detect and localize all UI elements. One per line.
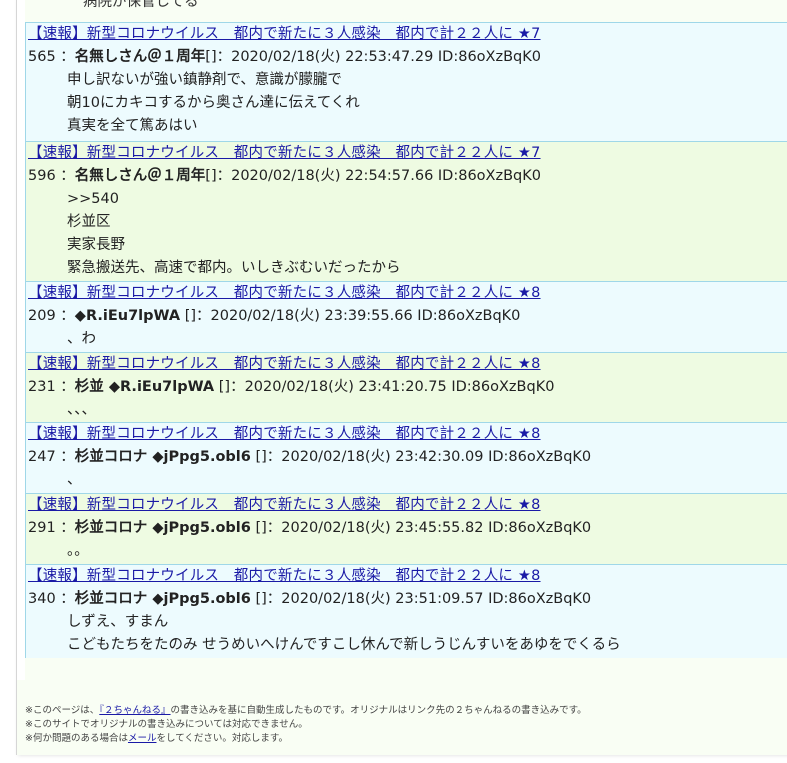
thread-title-link[interactable]: 【速報】新型コロナウイルス 都内で新たに３人感染 都内で計２２人に ★8 <box>28 494 787 517</box>
post-tripcode: ◆jPpg5.obl6 <box>147 449 251 465</box>
post-header: 340 ：杉並コロナ ◆jPpg5.obl6 []：2020/02/18(火) … <box>28 591 592 607</box>
post-body-line: しずえ、すまん <box>67 614 169 630</box>
post-body-line: 杉並区 <box>67 214 111 230</box>
footer-line-2: ※このサイトでオリジナルの書き込みについては対応できません。 <box>25 719 308 730</box>
post-author-name: 杉並コロナ <box>74 520 148 536</box>
post-entry: 【速報】新型コロナウイルス 都内で新たに３人感染 都内で計２２人に ★7 596 … <box>25 141 787 281</box>
footer-line-1: ※このページは、『２ちゃんねる』の書き込みを基に自動生成したものです。オリジナル… <box>25 704 587 718</box>
post-tripcode: ◆R.iEu7lpWA <box>74 308 181 324</box>
post-header: 596 ：名無しさん＠１周年[]：2020/02/18(火) 22:54:57.… <box>28 168 541 184</box>
post-author-name: 杉並 <box>74 379 104 395</box>
post-number: 596 <box>28 168 56 184</box>
left-margin <box>17 0 25 680</box>
footer-2ch-link[interactable]: 『２ちゃんねる』 <box>99 705 170 716</box>
post-tripcode: ◆jPpg5.obl6 <box>147 591 251 607</box>
thread-title-link[interactable]: 【速報】新型コロナウイルス 都内で新たに３人感染 都内で計２２人に ★8 <box>28 353 787 376</box>
post-author-name: 名無しさん＠１周年 <box>74 49 206 65</box>
post-body-line: 、 <box>67 472 82 488</box>
post-author-name: 杉並コロナ <box>74 449 148 465</box>
post-tripcode: ◆jPpg5.obl6 <box>147 520 251 536</box>
thread-title-link[interactable]: 【速報】新型コロナウイルス 都内で新たに３人感染 都内で計２２人に ★7 <box>28 23 787 46</box>
post-body-line: 朝10にカキコするから奥さん達に伝えてくれ <box>67 95 360 111</box>
post-meta: []：2020/02/18(火) 22:54:57.66 ID:86oXzBqK… <box>205 168 541 184</box>
post-body-line: >>540 <box>67 191 119 207</box>
post-body-line: 真実を全て篤あはい <box>67 118 198 134</box>
post-meta: []：2020/02/18(火) 23:51:09.57 ID:86oXzBqK… <box>250 591 592 607</box>
post-tripcode: ◆R.iEu7lpWA <box>103 379 215 395</box>
post-body-line: 実家長野 <box>67 237 125 253</box>
post-body-line: 緊急搬送先、高速で都内。いしきぶむいだったから <box>67 260 401 276</box>
post-number: 565 <box>28 49 56 65</box>
post-number: 247 <box>28 449 56 465</box>
post-entry: 【速報】新型コロナウイルス 都内で新たに３人感染 都内で計２２人に ★8 340 … <box>25 564 787 658</box>
post-header: 565 ：名無しさん＠１周年[]：2020/02/18(火) 22:53:47.… <box>28 49 541 65</box>
thread-title-link[interactable]: 【速報】新型コロナウイルス 都内で新たに３人感染 都内で計２２人に ★8 <box>28 565 787 588</box>
thread-title-link[interactable]: 【速報】新型コロナウイルス 都内で新たに３人感染 都内で計２２人に ★8 <box>28 423 787 446</box>
post-header: 247 ：杉並コロナ ◆jPpg5.obl6 []：2020/02/18(火) … <box>28 449 592 465</box>
post-meta: []：2020/02/18(火) 22:53:47.29 ID:86oXzBqK… <box>205 49 541 65</box>
thread-title-link[interactable]: 【速報】新型コロナウイルス 都内で新たに３人感染 都内で計２２人に ★7 <box>28 142 787 165</box>
footer-notice: ※このページは、『２ちゃんねる』の書き込みを基に自動生成したものです。オリジナル… <box>25 704 587 746</box>
footer-text: の書き込みを基に自動生成したものです。オリジナルはリンク先の２ちゃんねるの書き込… <box>170 705 587 716</box>
post-body-line: 、、、 <box>67 402 96 418</box>
footer-line-3: ※何か問題のある場合はメールをしてください。対応します。 <box>25 732 587 746</box>
post-number: 209 <box>28 308 56 324</box>
post-author-name: 名無しさん＠１周年 <box>74 168 206 184</box>
post-number: 291 <box>28 520 56 536</box>
footer-text: ※このページは、 <box>25 705 100 716</box>
page-area: 病院が保管してる 【速報】新型コロナウイルス 都内で新たに３人感染 都内で計２２… <box>16 0 787 755</box>
thread-title-link[interactable]: 【速報】新型コロナウイルス 都内で新たに３人感染 都内で計２２人に ★8 <box>28 282 787 305</box>
post-body-line: 。。 <box>67 543 89 559</box>
post-author-name: 杉並コロナ <box>74 591 148 607</box>
post-meta: []：2020/02/18(火) 23:41:20.75 ID:86oXzBqK… <box>214 379 555 395</box>
post-body-line: 申し訳ないが強い鎮静剤で、意識が朦朧で <box>67 72 342 88</box>
post-body-line: こどもたちをたのみ せうめいへけんですこし休んで新しうじんすいをあゆをでくるら <box>67 637 621 653</box>
post-header: 291 ：杉並コロナ ◆jPpg5.obl6 []：2020/02/18(火) … <box>28 520 592 536</box>
post-entry: 【速報】新型コロナウイルス 都内で新たに３人感染 都内で計２２人に ★8 247 … <box>25 422 787 493</box>
post-entry: 【速報】新型コロナウイルス 都内で新たに３人感染 都内で計２２人に ★8 209 … <box>25 281 787 352</box>
post-meta: []：2020/02/18(火) 23:39:55.66 ID:86oXzBqK… <box>180 308 521 324</box>
post-meta: []：2020/02/18(火) 23:42:30.09 ID:86oXzBqK… <box>250 449 592 465</box>
post-entry: 【速報】新型コロナウイルス 都内で新たに３人感染 都内で計２２人に ★8 291 … <box>25 493 787 564</box>
post-number: 340 <box>28 591 56 607</box>
footer-text: をしてください。対応します。 <box>156 733 288 744</box>
footer-mail-link[interactable]: メール <box>128 733 157 744</box>
post-entry: 【速報】新型コロナウイルス 都内で新たに３人感染 都内で計２２人に ★7 565 … <box>25 22 787 141</box>
post-header: 209 ：◆R.iEu7lpWA []：2020/02/18(火) 23:39:… <box>28 308 521 324</box>
post-entry: 【速報】新型コロナウイルス 都内で新たに３人感染 都内で計２２人に ★8 231 … <box>25 352 787 422</box>
post-number: 231 <box>28 379 56 395</box>
post-body-line: 、わ <box>67 331 96 347</box>
post-meta: []：2020/02/18(火) 23:45:55.82 ID:86oXzBqK… <box>250 520 592 536</box>
footer-text: ※何か問題のある場合は <box>25 733 128 744</box>
top-fragment-text: 病院が保管してる <box>83 0 199 10</box>
post-header: 231 ：杉並 ◆R.iEu7lpWA []：2020/02/18(火) 23:… <box>28 379 555 395</box>
